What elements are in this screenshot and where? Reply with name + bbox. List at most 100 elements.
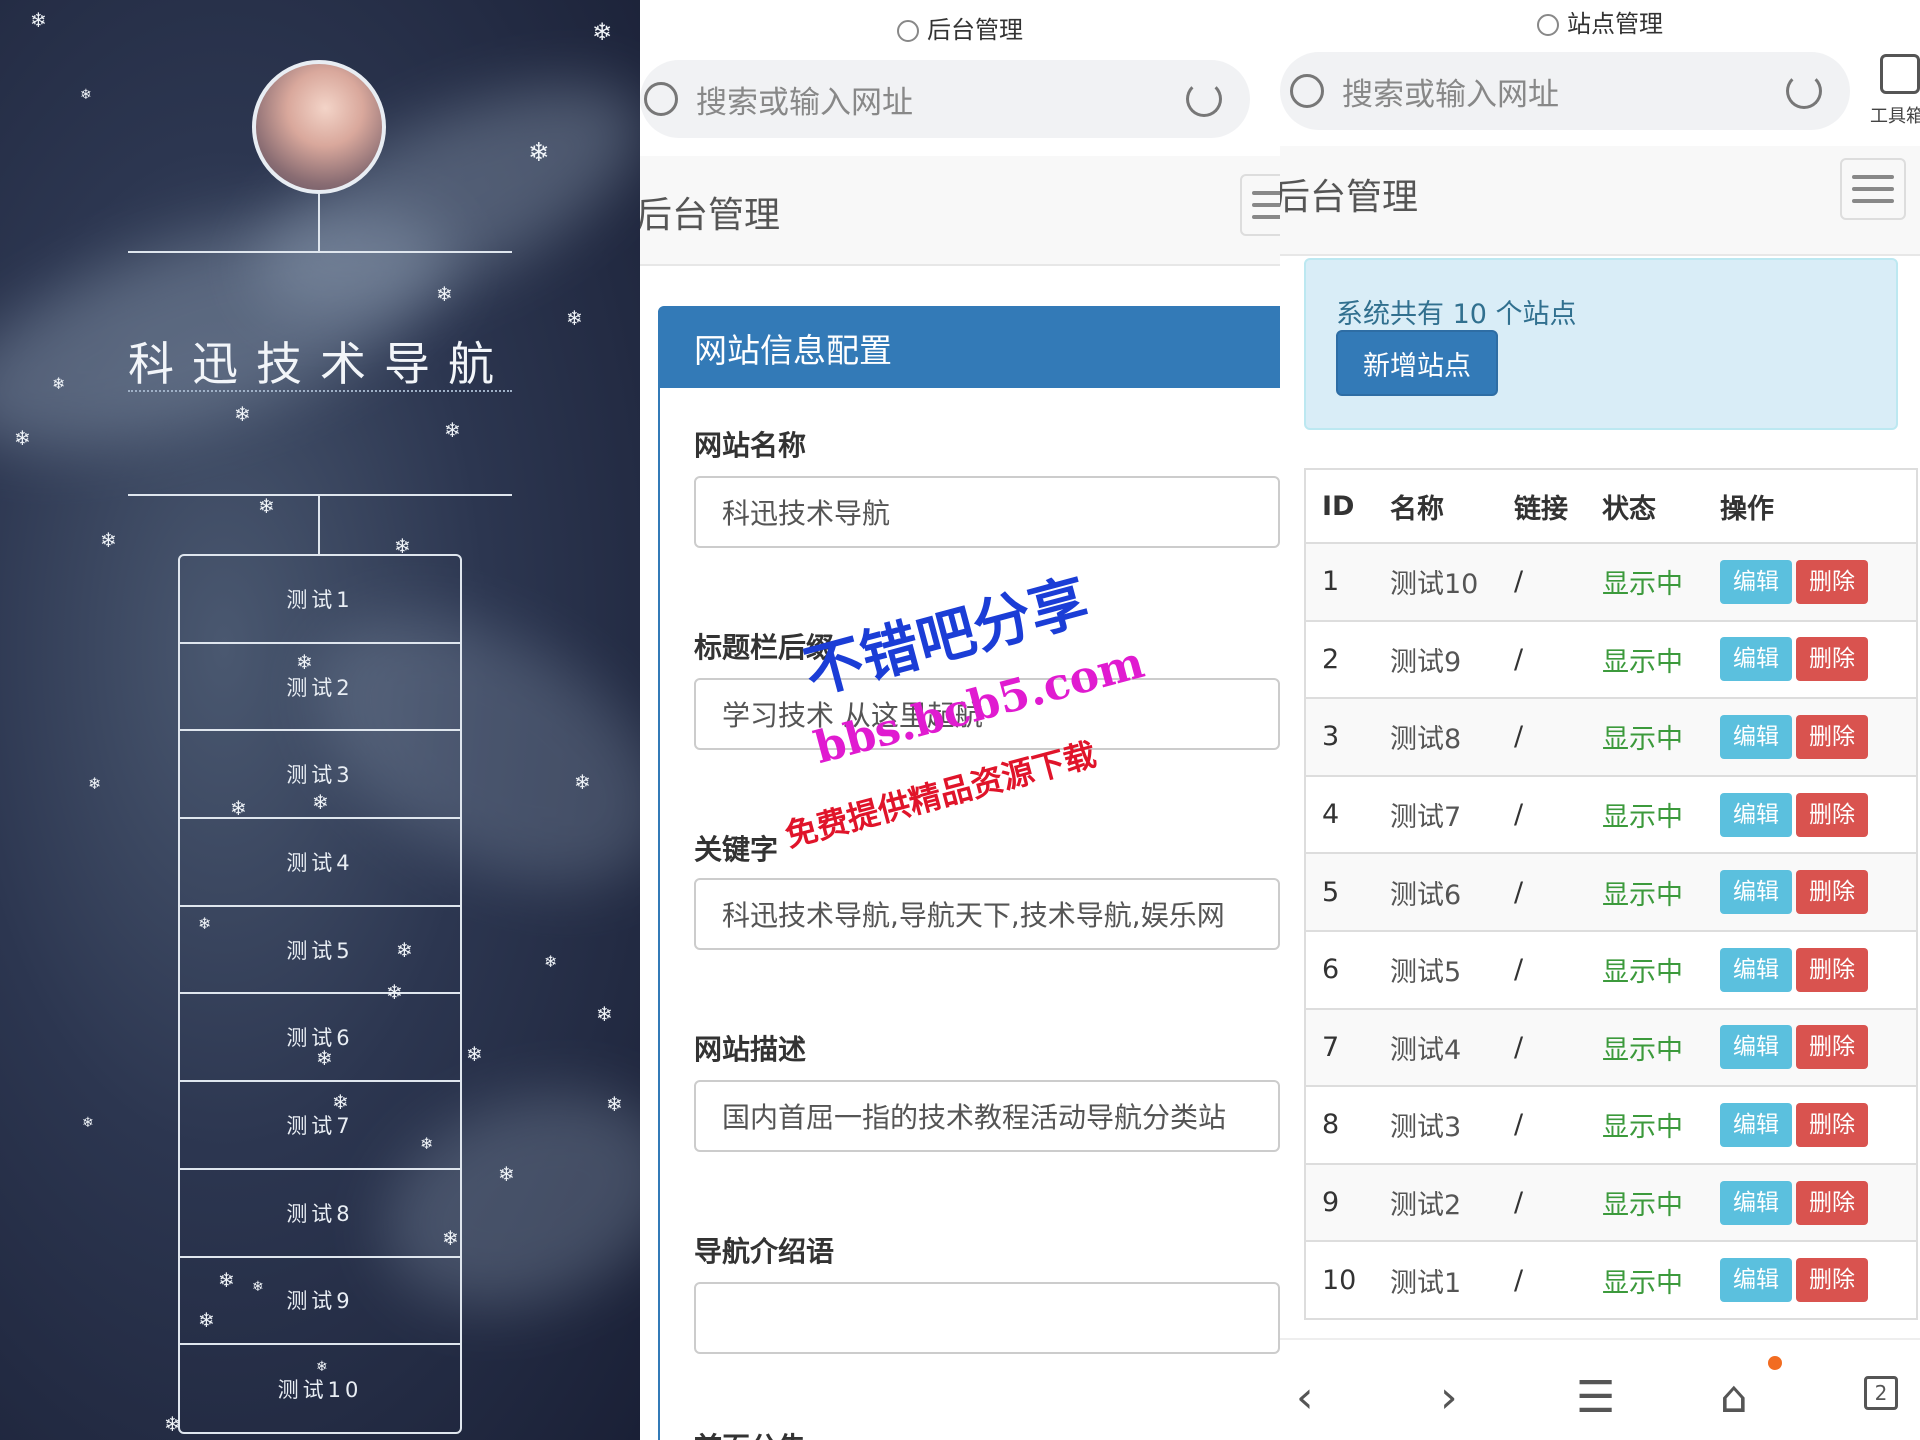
row-link[interactable]: / — [1514, 929, 1602, 1009]
row-link[interactable]: / — [1514, 1240, 1602, 1319]
snowflake-icon: ❄ — [82, 1115, 94, 1131]
table-row: 8 测试3/显示中 编辑 删除 — [1305, 1085, 1917, 1164]
edit-button[interactable]: 编辑 — [1720, 714, 1792, 759]
tabs-count-icon[interactable]: 2 — [1864, 1376, 1898, 1410]
delete-button[interactable]: 删除 — [1796, 1025, 1868, 1070]
row-name: 测试6 — [1390, 852, 1514, 931]
site-title: 科迅技术导航 — [128, 337, 512, 391]
field-label-intro: 导航介绍语 — [694, 1235, 835, 1268]
row-status: 显示中 — [1602, 1240, 1720, 1319]
snowflake-icon: ❄ — [80, 87, 92, 103]
address-bar[interactable]: 搜索或输入网址 — [1280, 52, 1850, 130]
snowflake-icon: ❄ — [574, 770, 591, 794]
edit-button[interactable]: 编辑 — [1720, 1102, 1792, 1147]
reload-icon[interactable] — [1786, 73, 1822, 109]
navbar: 后台管理 — [1280, 146, 1920, 256]
browser-bottom-bar: ‹ › ☰ ⌂ 2 — [1280, 1338, 1920, 1440]
snowflake-icon: ❄ — [30, 8, 47, 32]
connector-line — [318, 194, 320, 252]
table-row: 10 测试1/显示中 编辑 删除 — [1305, 1240, 1917, 1319]
menu-toggle-icon[interactable] — [1240, 174, 1280, 236]
row-actions: 编辑 删除 — [1720, 929, 1917, 1009]
delete-button[interactable]: 删除 — [1796, 559, 1868, 604]
row-link[interactable]: / — [1514, 1162, 1602, 1242]
snowflake-icon: ❄ — [566, 306, 583, 330]
edit-button[interactable]: 编辑 — [1720, 870, 1792, 915]
nav-item[interactable]: 测试8 — [180, 1170, 460, 1258]
edit-button[interactable]: 编辑 — [1720, 947, 1792, 992]
navbar-brand[interactable]: 后台管理 — [640, 186, 780, 238]
address-placeholder[interactable]: 搜索或输入网址 — [696, 77, 1186, 122]
column-header: 名称 — [1390, 469, 1514, 544]
toolbox-label[interactable]: 工具箱 — [1870, 102, 1920, 128]
column-header: 链接 — [1514, 469, 1602, 544]
row-id: 6 — [1305, 929, 1390, 1009]
row-link[interactable]: / — [1514, 1085, 1602, 1164]
row-id: 4 — [1305, 774, 1390, 854]
delete-button[interactable]: 删除 — [1796, 1180, 1868, 1225]
edit-button[interactable]: 编辑 — [1720, 1025, 1792, 1070]
nav-item[interactable]: 测试2 — [180, 644, 460, 732]
back-icon[interactable]: ‹ — [1296, 1376, 1314, 1420]
row-link[interactable]: / — [1514, 1007, 1602, 1087]
toolbox-icon[interactable] — [1880, 54, 1920, 94]
edit-button[interactable]: 编辑 — [1720, 559, 1792, 604]
row-status: 显示中 — [1602, 1162, 1720, 1242]
delete-button[interactable]: 删除 — [1796, 1102, 1868, 1147]
row-actions: 编辑 删除 — [1720, 697, 1917, 776]
row-name: 测试8 — [1390, 697, 1514, 776]
row-link[interactable]: / — [1514, 619, 1602, 699]
snowflake-icon: ❄ — [386, 980, 403, 1004]
snowflake-icon: ❄ — [88, 774, 102, 793]
tab-title-text: 站点管理 — [1567, 10, 1663, 38]
tab-title-text: 后台管理 — [927, 16, 1023, 44]
delete-button[interactable]: 删除 — [1796, 870, 1868, 915]
site-name-input[interactable]: 科迅技术导航 — [694, 476, 1280, 548]
reload-icon[interactable] — [1186, 81, 1222, 117]
table-row: 7 测试4/显示中 编辑 删除 — [1305, 1007, 1917, 1087]
row-actions: 编辑 删除 — [1720, 1007, 1917, 1087]
nav-item[interactable]: 测试4 — [180, 819, 460, 907]
row-link[interactable]: / — [1514, 774, 1602, 854]
row-link[interactable]: / — [1514, 542, 1602, 621]
search-icon — [1290, 74, 1324, 108]
connector-line — [318, 494, 320, 554]
add-site-button[interactable]: 新增站点 — [1336, 330, 1498, 396]
delete-button[interactable]: 删除 — [1796, 947, 1868, 992]
intro-input[interactable] — [694, 1282, 1280, 1354]
title-underline — [128, 390, 512, 392]
address-placeholder[interactable]: 搜索或输入网址 — [1342, 69, 1786, 114]
delete-button[interactable]: 删除 — [1796, 714, 1868, 759]
description-input[interactable]: 国内首屈一指的技术教程活动导航分类站 — [694, 1080, 1280, 1152]
address-bar[interactable]: 搜索或输入网址 — [640, 60, 1250, 138]
forward-icon[interactable]: › — [1440, 1376, 1458, 1420]
nav-item[interactable]: 测试1 — [180, 556, 460, 644]
keywords-input[interactable]: 科迅技术导航,导航天下,技术导航,娱乐网 — [694, 878, 1280, 950]
row-link[interactable]: / — [1514, 697, 1602, 776]
snowflake-icon: ❄ — [442, 1226, 459, 1250]
nav-list: 测试1 测试2 测试3 测试4 测试5 测试6 测试7 测试8 测试9 测试10 — [178, 554, 462, 1434]
edit-button[interactable]: 编辑 — [1720, 792, 1792, 837]
menu-toggle-icon[interactable] — [1840, 158, 1906, 220]
delete-button[interactable]: 删除 — [1796, 637, 1868, 682]
table-row: 5 测试6/显示中 编辑 删除 — [1305, 852, 1917, 931]
home-icon[interactable]: ⌂ — [1720, 1376, 1748, 1420]
delete-button[interactable]: 删除 — [1796, 1258, 1868, 1303]
row-name: 测试1 — [1390, 1240, 1514, 1319]
row-link[interactable]: / — [1514, 852, 1602, 931]
card-title: 网站信息配置 — [660, 308, 1280, 388]
menu-icon[interactable]: ☰ — [1576, 1376, 1615, 1420]
edit-button[interactable]: 编辑 — [1720, 1258, 1792, 1303]
nav-item[interactable]: 测试5 — [180, 907, 460, 995]
delete-button[interactable]: 删除 — [1796, 792, 1868, 837]
row-status: 显示中 — [1602, 774, 1720, 854]
edit-button[interactable]: 编辑 — [1720, 1180, 1792, 1225]
globe-icon — [897, 20, 919, 42]
navbar-brand[interactable]: 后台管理 — [1280, 168, 1418, 220]
row-status: 显示中 — [1602, 619, 1720, 699]
column-header: 操作 — [1720, 469, 1917, 544]
notification-dot — [1768, 1356, 1782, 1370]
nav-item[interactable]: 测试7 — [180, 1082, 460, 1170]
avatar[interactable] — [252, 60, 386, 194]
edit-button[interactable]: 编辑 — [1720, 637, 1792, 682]
